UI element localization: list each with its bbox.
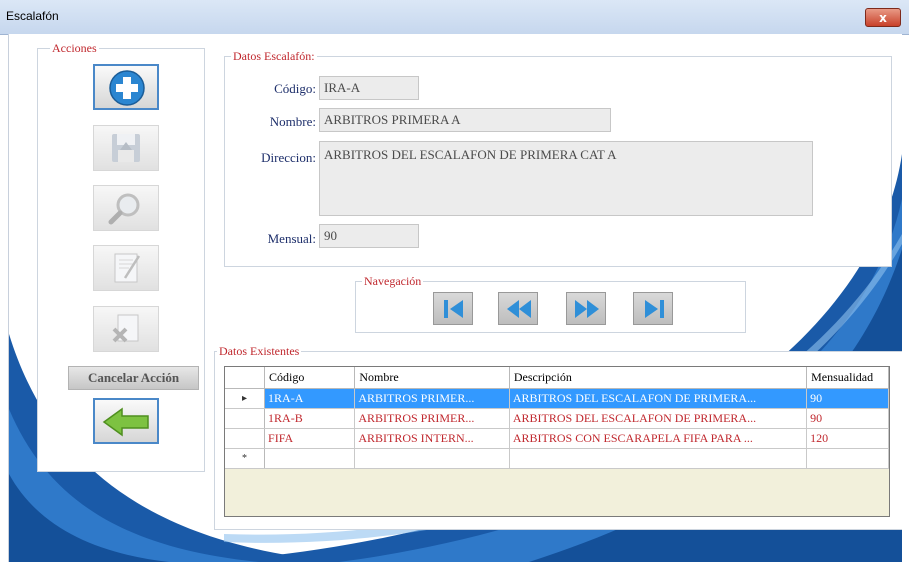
nombre-field[interactable]: ARBITROS PRIMERA A (319, 108, 611, 132)
row-indicator[interactable]: ▸ (225, 388, 266, 409)
add-button[interactable] (93, 64, 159, 110)
title-bar[interactable]: Escalafón x (0, 0, 909, 35)
acciones-legend: Acciones (50, 41, 99, 56)
new-cell-mensualidad[interactable] (806, 448, 889, 469)
save-icon (112, 134, 140, 162)
cell-codigo[interactable]: FIFA (264, 428, 356, 449)
previous-record-button[interactable] (498, 292, 538, 325)
cell-nombre[interactable]: ARBITROS INTERN... (354, 428, 510, 449)
column-header-nombre[interactable]: Nombre (354, 367, 510, 389)
exit-button[interactable] (93, 398, 159, 444)
direccion-field[interactable]: ARBITROS DEL ESCALAFON DE PRIMERA CAT A (319, 141, 813, 216)
close-button[interactable]: x (865, 8, 901, 27)
datos-existentes-grid[interactable]: Código Nombre Descripción Mensualidad ▸ … (224, 366, 890, 517)
table-row[interactable]: 1RA-B ARBITROS PRIMER... ARBITROS DEL ES… (225, 408, 889, 429)
cell-codigo[interactable]: 1RA-A (264, 388, 356, 409)
cell-nombre[interactable]: ARBITROS PRIMER... (354, 408, 510, 429)
row-header-corner (225, 367, 266, 389)
previous-record-icon (507, 300, 531, 318)
delete-button[interactable] (93, 306, 159, 352)
first-record-icon (444, 300, 463, 318)
column-header-mensualidad[interactable]: Mensualidad (806, 367, 889, 389)
data-table: Código Nombre Descripción Mensualidad ▸ … (225, 367, 889, 469)
codigo-label: Código: (274, 81, 316, 96)
edit-button[interactable] (93, 245, 159, 291)
table-row[interactable]: ▸ 1RA-A ARBITROS PRIMER... ARBITROS DEL … (225, 388, 889, 409)
delete-icon (112, 314, 139, 343)
new-cell-descripcion[interactable] (509, 448, 808, 469)
last-record-icon (645, 300, 664, 318)
column-header-descripcion[interactable]: Descripción (509, 367, 808, 389)
next-record-button[interactable] (566, 292, 606, 325)
search-icon (108, 193, 140, 225)
form-client-area: Acciones Cancelar Acción Datos Escalafón… (8, 34, 902, 562)
table-row[interactable]: FIFA ARBITROS INTERN... ARBITROS CON ESC… (225, 428, 889, 449)
row-indicator[interactable] (225, 428, 266, 449)
add-icon (109, 70, 145, 106)
row-indicator[interactable] (225, 408, 266, 429)
first-record-button[interactable] (433, 292, 473, 325)
column-header-codigo[interactable]: Código (264, 367, 356, 389)
nombre-label: Nombre: (269, 114, 316, 129)
codigo-field[interactable]: IRA-A (319, 76, 419, 100)
cell-mensualidad[interactable]: 120 (806, 428, 889, 449)
new-row-indicator[interactable]: * (225, 448, 266, 469)
datos-escalafon-legend: Datos Escalafón: (231, 49, 317, 64)
table-header-row: Código Nombre Descripción Mensualidad (225, 367, 889, 389)
search-button[interactable] (93, 185, 159, 231)
cancel-action-button[interactable]: Cancelar Acción (68, 366, 199, 390)
last-record-button[interactable] (633, 292, 673, 325)
mensual-field[interactable]: 90 (319, 224, 419, 248)
cell-descripcion[interactable]: ARBITROS CON ESCARAPELA FIFA PARA ... (509, 428, 808, 449)
cell-nombre[interactable]: ARBITROS PRIMER... (354, 388, 510, 409)
navegacion-group: Navegación (355, 274, 746, 333)
edit-icon (114, 253, 141, 283)
navegacion-legend: Navegación (362, 274, 424, 289)
cell-mensualidad[interactable]: 90 (806, 388, 889, 409)
cell-descripcion[interactable]: ARBITROS DEL ESCALAFON DE PRIMERA... (509, 388, 808, 409)
save-button[interactable] (93, 125, 159, 171)
new-cell-codigo[interactable] (264, 448, 356, 469)
direccion-label: Direccion: (261, 150, 316, 165)
back-arrow-icon (102, 407, 149, 437)
cell-descripcion[interactable]: ARBITROS DEL ESCALAFON DE PRIMERA... (509, 408, 808, 429)
mensual-label: Mensual: (267, 231, 316, 246)
escalafon-window: Escalafón x Acciones Cancelar Acción Dat… (0, 0, 909, 566)
window-title: Escalafón (6, 9, 59, 23)
new-row[interactable]: * (225, 448, 889, 469)
new-cell-nombre[interactable] (354, 448, 510, 469)
cell-codigo[interactable]: 1RA-B (264, 408, 356, 429)
next-record-icon (575, 300, 599, 318)
cell-mensualidad[interactable]: 90 (806, 408, 889, 429)
datos-existentes-legend: Datos Existentes (217, 344, 302, 359)
